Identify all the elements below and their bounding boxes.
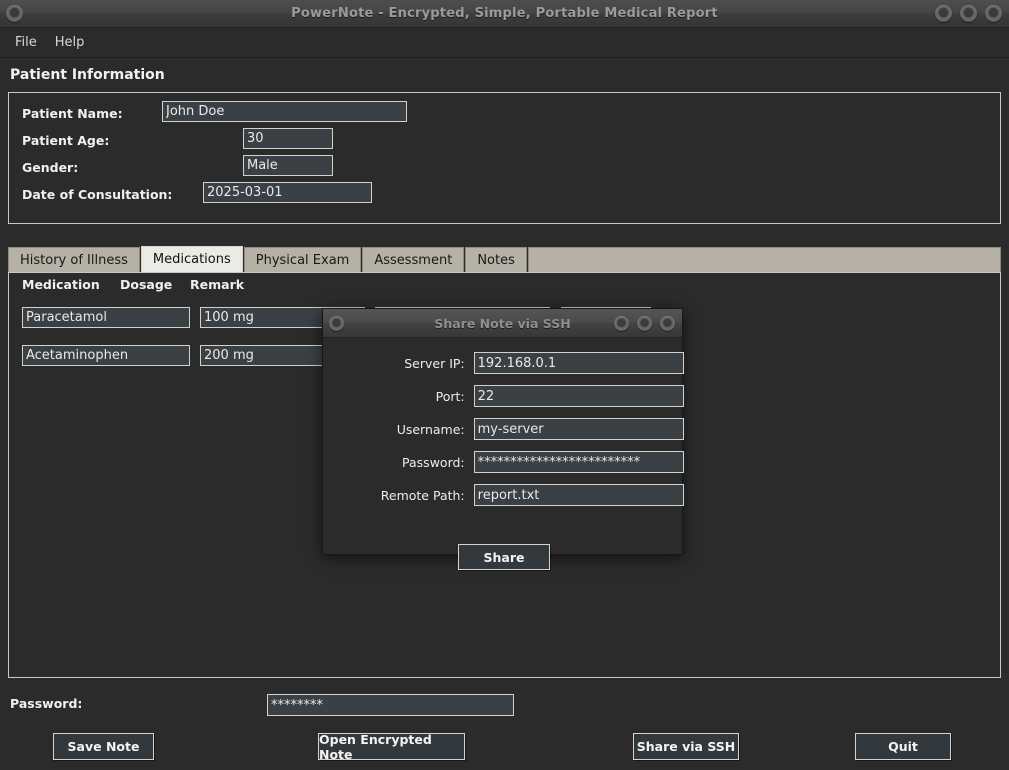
open-encrypted-note-button[interactable]: Open Encrypted Note: [318, 732, 465, 762]
share-via-ssh-button[interactable]: Share via SSH: [633, 733, 739, 760]
dialog-username-row: Username:: [323, 417, 684, 441]
dialog-password-row: Password:: [323, 450, 684, 474]
dialog-body: Server IP: Port: Username: Password: Rem…: [323, 338, 684, 570]
patient-name-input[interactable]: [162, 101, 407, 122]
column-header-medication: Medication: [22, 277, 100, 292]
dialog-server-ip-row: Server IP:: [323, 351, 684, 375]
tabstrip-filler: [527, 247, 1001, 272]
window-titlebar: PowerNote - Encrypted, Simple, Portable …: [0, 0, 1009, 28]
dialog-password-input[interactable]: [473, 451, 684, 473]
column-header-remark: Remark: [190, 277, 245, 292]
tab-physical-exam[interactable]: Physical Exam: [243, 247, 362, 272]
patient-age-input[interactable]: [243, 128, 333, 149]
medications-column-headers: Medication Dosage Remark: [22, 277, 244, 292]
dialog-remote-path-row: Remote Path:: [323, 483, 684, 507]
dialog-titlebar: Share Note via SSH: [323, 309, 682, 338]
gender-input[interactable]: [243, 155, 333, 176]
password-input[interactable]: [267, 694, 514, 716]
window-controls: [935, 5, 1002, 22]
remote-path-input[interactable]: [473, 484, 684, 506]
password-label: Password:: [10, 696, 83, 711]
maximize-icon[interactable]: [960, 5, 977, 22]
date-of-consultation-label: Date of Consultation:: [22, 186, 173, 202]
username-label: Username:: [396, 421, 465, 437]
tab-medications[interactable]: Medications: [140, 246, 243, 272]
dialog-password-label: Password:: [402, 454, 465, 470]
patient-name-label: Patient Name:: [22, 105, 123, 121]
port-label: Port:: [435, 388, 465, 404]
tab-notes[interactable]: Notes: [465, 247, 527, 272]
medication-name-input[interactable]: [22, 307, 190, 328]
share-note-dialog: Share Note via SSH Server IP: Port: User…: [322, 308, 684, 570]
tab-history-of-illness[interactable]: History of Illness: [8, 247, 140, 272]
server-ip-label: Server IP:: [404, 355, 465, 371]
menubar: File Help: [0, 28, 1009, 58]
patient-information-panel: Patient Name: Patient Age: Gender: Date …: [8, 92, 1001, 224]
dialog-minimize-icon[interactable]: [614, 316, 629, 331]
patient-age-row: Patient Age:: [22, 129, 109, 151]
dialog-maximize-icon[interactable]: [637, 316, 652, 331]
dialog-close-icon[interactable]: [660, 316, 675, 331]
save-note-button[interactable]: Save Note: [53, 733, 154, 760]
port-input[interactable]: [473, 385, 684, 407]
gender-label: Gender:: [22, 159, 79, 175]
remote-path-label: Remote Path:: [380, 487, 465, 503]
patient-name-row: Patient Name:: [22, 102, 123, 124]
tab-assessment[interactable]: Assessment: [362, 247, 465, 272]
server-ip-input[interactable]: [473, 352, 684, 374]
date-of-consultation-input[interactable]: [203, 182, 372, 203]
menu-item-help[interactable]: Help: [48, 32, 92, 53]
patient-age-label: Patient Age:: [22, 132, 110, 148]
dialog-share-button[interactable]: Share: [458, 544, 550, 570]
gender-row: Gender:: [22, 156, 78, 178]
dialog-port-row: Port:: [323, 384, 684, 408]
medication-name-input[interactable]: [22, 345, 190, 366]
username-input[interactable]: [473, 418, 684, 440]
date-of-consultation-row: Date of Consultation:: [22, 183, 172, 205]
quit-button[interactable]: Quit: [855, 733, 951, 760]
patient-information-heading: Patient Information: [10, 67, 165, 83]
window-title: PowerNote - Encrypted, Simple, Portable …: [291, 6, 718, 21]
minimize-icon[interactable]: [935, 5, 952, 22]
application-window: PowerNote - Encrypted, Simple, Portable …: [0, 0, 1009, 770]
column-header-dosage: Dosage: [120, 277, 173, 292]
tabstrip: History of Illness Medications Physical …: [8, 246, 1001, 272]
close-icon[interactable]: [985, 5, 1002, 22]
menu-item-file[interactable]: File: [8, 32, 44, 53]
dialog-window-controls: [614, 316, 675, 331]
